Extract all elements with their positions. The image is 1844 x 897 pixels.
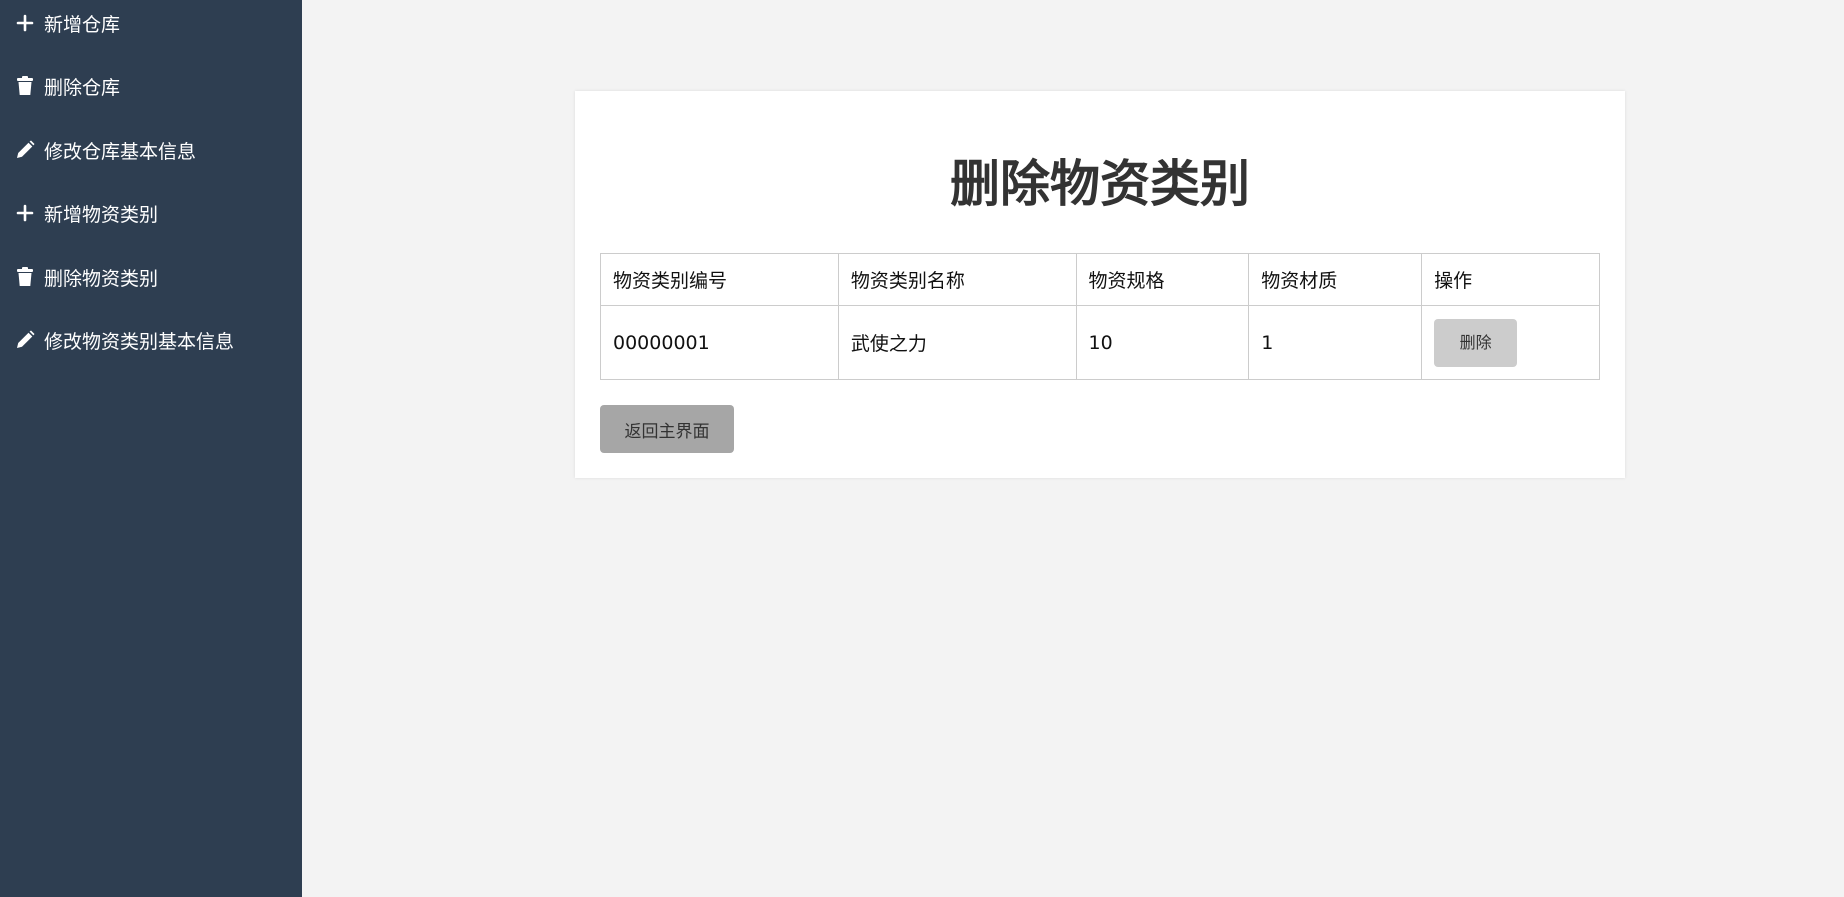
plus-icon <box>14 202 36 224</box>
delete-button[interactable]: 删除 <box>1434 318 1518 367</box>
cell-id: 00000001 <box>600 305 839 380</box>
sidebar-item-delete-category[interactable]: 删除物资类别 <box>14 262 158 292</box>
trash-icon <box>14 266 36 288</box>
column-header-material: 物资材质 <box>1248 253 1423 306</box>
cell-spec: 10 <box>1075 305 1250 380</box>
page-title: 删除物资类别 <box>950 155 1250 213</box>
category-table: 物资类别编号 物资类别名称 物资规格 物资材质 操作 00000001 武使之力… <box>600 253 1600 380</box>
sidebar-item-label: 修改仓库基本信息 <box>44 140 197 163</box>
sidebar: 新增仓库 删除仓库 修改仓库基本信息 新增物资类别 删除物资类别 修改物资类别基… <box>0 0 302 897</box>
sidebar-item-edit-warehouse[interactable]: 修改仓库基本信息 <box>14 135 196 165</box>
pencil-icon <box>14 329 36 351</box>
sidebar-item-label: 新增物资类别 <box>44 203 159 226</box>
table-row: 00000001 武使之力 10 1 删除 <box>600 305 1600 380</box>
cell-name: 武使之力 <box>837 305 1077 380</box>
column-header-id: 物资类别编号 <box>600 253 839 306</box>
column-header-name: 物资类别名称 <box>837 253 1077 306</box>
sidebar-item-label: 删除仓库 <box>44 76 121 99</box>
sidebar-item-add-category[interactable]: 新增物资类别 <box>14 198 158 228</box>
sidebar-item-label: 修改物资类别基本信息 <box>44 330 235 353</box>
sidebar-item-label: 新增仓库 <box>44 13 121 36</box>
back-to-main-button[interactable]: 返回主界面 <box>600 405 734 453</box>
sidebar-item-edit-category[interactable]: 修改物资类别基本信息 <box>14 325 234 355</box>
column-header-spec: 物资规格 <box>1075 253 1250 306</box>
plus-icon <box>14 12 36 34</box>
sidebar-item-delete-warehouse[interactable]: 删除仓库 <box>14 71 120 101</box>
table-header-row: 物资类别编号 物资类别名称 物资规格 物资材质 操作 <box>600 253 1600 306</box>
column-header-action: 操作 <box>1421 253 1600 306</box>
trash-icon <box>14 75 36 97</box>
pencil-icon <box>14 139 36 161</box>
cell-material: 1 <box>1248 305 1423 380</box>
sidebar-item-label: 删除物资类别 <box>44 267 159 290</box>
cell-action: 删除 <box>1421 305 1600 380</box>
content-card: 删除物资类别 物资类别编号 物资类别名称 物资规格 物资材质 操作 000000… <box>575 91 1625 478</box>
sidebar-item-add-warehouse[interactable]: 新增仓库 <box>14 8 120 38</box>
